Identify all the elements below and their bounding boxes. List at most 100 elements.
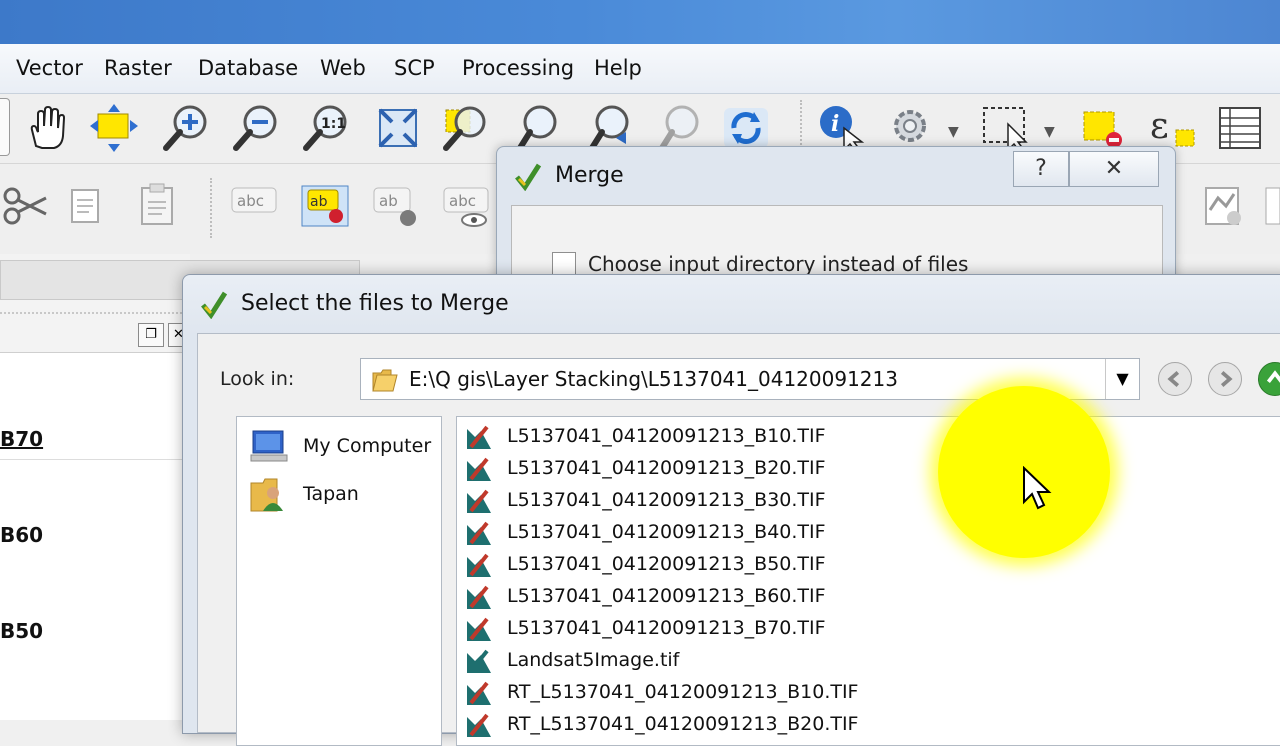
parent-directory-button[interactable]: [1258, 362, 1280, 396]
file-name: L5137041_04120091213_B60.TIF: [507, 585, 826, 607]
menu-vector[interactable]: Vector: [16, 56, 83, 80]
raster-file-icon: [465, 583, 493, 611]
toolbar-handle[interactable]: [0, 98, 10, 156]
zoom-native-icon[interactable]: 1:1: [300, 102, 352, 154]
svg-text:i: i: [831, 111, 839, 137]
file-list-item[interactable]: L5137041_04120091213_B60.TIF: [465, 581, 965, 613]
place-label: Tapan: [303, 483, 359, 505]
place-label: My Computer: [303, 435, 432, 457]
layout-manager-icon[interactable]: [1196, 180, 1248, 232]
arrow-left-icon: [1167, 370, 1180, 388]
merge-dialog-title: Merge: [555, 163, 624, 188]
menu-raster[interactable]: Raster: [104, 56, 172, 80]
folder-icon: [371, 367, 399, 393]
pan-to-selection-icon[interactable]: [88, 102, 140, 154]
file-name: L5137041_04120091213_B40.TIF: [507, 521, 826, 543]
file-name: L5137041_04120091213_B10.TIF: [507, 425, 826, 447]
svg-text:abc: abc: [449, 192, 476, 210]
forward-button[interactable]: [1208, 362, 1242, 396]
pin-label-icon[interactable]: ab: [300, 180, 352, 232]
place-my-computer[interactable]: My Computer: [249, 427, 439, 467]
raster-file-icon: [465, 647, 493, 675]
layer-item[interactable]: B60: [0, 523, 43, 547]
file-list-item[interactable]: L5137041_04120091213_B70.TIF: [465, 613, 965, 645]
cut-icon[interactable]: [0, 180, 52, 232]
overflow-icon[interactable]: [1264, 180, 1280, 232]
zoom-out-icon[interactable]: [230, 102, 282, 154]
mouse-pointer-icon: [1022, 465, 1052, 512]
zoom-full-icon[interactable]: [372, 102, 424, 154]
chevron-down-icon[interactable]: ▼: [1105, 359, 1139, 399]
places-sidebar: My Computer Tapan: [236, 416, 442, 746]
file-name: L5137041_04120091213_B70.TIF: [507, 617, 826, 639]
qgis-logo-icon: [513, 161, 543, 192]
computer-icon: [249, 429, 289, 465]
select-dropdown-icon[interactable]: ▼: [1044, 124, 1055, 140]
file-list-item[interactable]: L5137041_04120091213_B40.TIF: [465, 517, 965, 549]
svg-text:1:1: 1:1: [321, 116, 346, 132]
arrow-up-icon: [1266, 370, 1280, 383]
svg-text:ab: ab: [379, 192, 398, 210]
label-icon[interactable]: abc: [228, 180, 280, 232]
file-list-item[interactable]: Landsat5Image.tif: [465, 645, 965, 677]
copy-icon[interactable]: [62, 180, 114, 232]
layers-panel-header: ❐ ✕: [0, 312, 190, 352]
paste-icon[interactable]: [132, 180, 184, 232]
menu-web[interactable]: Web: [320, 56, 366, 80]
zoom-in-icon[interactable]: [160, 102, 212, 154]
file-name: RT_L5137041_04120091213_B20.TIF: [507, 713, 859, 735]
file-list: L5137041_04120091213_B10.TIF L5137041_04…: [456, 416, 1280, 746]
move-label-icon[interactable]: ab: [370, 180, 422, 232]
menu-help[interactable]: Help: [594, 56, 642, 80]
file-list-item[interactable]: RT_L5137041_04120091213_B10.TIF: [465, 677, 965, 709]
layers-list: B70 B60 B50: [0, 352, 188, 720]
layer-item[interactable]: B70: [0, 427, 43, 451]
select-files-dialog: Select the files to Merge Look in: E:\Q …: [182, 274, 1280, 746]
raster-file-icon: [465, 711, 493, 739]
file-list-item[interactable]: RT_L5137041_04120091213_B20.TIF: [465, 709, 965, 741]
file-list-item[interactable]: L5137041_04120091213_B20.TIF: [465, 453, 965, 485]
file-name: L5137041_04120091213_B20.TIF: [507, 457, 826, 479]
raster-file-icon: [465, 455, 493, 483]
arrow-right-icon: [1220, 370, 1233, 388]
input-directory-checkbox[interactable]: [552, 252, 576, 276]
raster-file-icon: [465, 423, 493, 451]
file-dialog-body: Look in: E:\Q gis\Layer Stacking\L513704…: [197, 333, 1280, 746]
raster-file-icon: [465, 615, 493, 643]
look-in-path: E:\Q gis\Layer Stacking\L5137041_0412009…: [409, 367, 898, 391]
svg-text:ε: ε: [1150, 106, 1169, 147]
raster-file-icon: [465, 551, 493, 579]
close-button[interactable]: ✕: [1069, 151, 1159, 187]
file-name: L5137041_04120091213_B30.TIF: [507, 489, 826, 511]
svg-text:ab: ab: [310, 194, 328, 210]
file-list-item[interactable]: L5137041_04120091213_B10.TIF: [465, 421, 965, 453]
file-name: L5137041_04120091213_B50.TIF: [507, 553, 826, 575]
pan-hand-icon[interactable]: [20, 102, 72, 154]
menu-processing[interactable]: Processing: [462, 56, 574, 80]
place-user-folder[interactable]: Tapan: [249, 475, 439, 515]
look-in-label: Look in:: [220, 368, 295, 390]
file-list-item[interactable]: L5137041_04120091213_B50.TIF: [465, 549, 965, 581]
file-name: RT_L5137041_04120091213_B10.TIF: [507, 681, 859, 703]
input-directory-checkbox-label: Choose input directory instead of files: [588, 252, 969, 276]
file-name: Landsat5Image.tif: [507, 649, 680, 671]
layer-item[interactable]: B50: [0, 619, 43, 643]
back-button[interactable]: [1158, 362, 1192, 396]
zoom-to-selection-icon[interactable]: [440, 102, 492, 154]
menu-scp[interactable]: SCP: [394, 56, 435, 80]
file-list-item[interactable]: L5137041_04120091213_B30.TIF: [465, 485, 965, 517]
window-title-bar: [0, 0, 1280, 44]
menu-bar: Vector Raster Database Web SCP Processin…: [0, 44, 1280, 94]
attribute-table-icon[interactable]: [1214, 102, 1266, 154]
help-button[interactable]: ?: [1013, 151, 1069, 187]
raster-file-icon: [465, 519, 493, 547]
dock-float-icon[interactable]: ❐: [138, 323, 164, 347]
user-folder-icon: [249, 475, 289, 515]
raster-file-icon: [465, 679, 493, 707]
menu-database[interactable]: Database: [198, 56, 298, 80]
qgis-logo-icon: [199, 289, 229, 320]
label-icon-text: abc: [237, 192, 264, 210]
show-label-icon[interactable]: abc: [440, 180, 492, 232]
raster-file-icon: [465, 487, 493, 515]
run-action-dropdown-icon[interactable]: ▼: [948, 124, 959, 140]
